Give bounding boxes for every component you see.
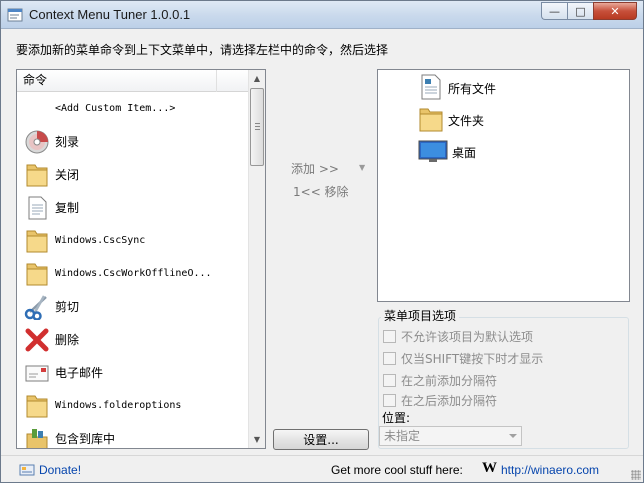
close-button[interactable]: ✕ bbox=[593, 2, 637, 20]
scissors-icon bbox=[23, 293, 51, 321]
chevron-down-icon bbox=[509, 434, 517, 438]
delete-x-icon bbox=[23, 326, 51, 354]
list-item-close[interactable]: 关闭 bbox=[17, 158, 249, 191]
window-title: Context Menu Tuner 1.0.0.1 bbox=[29, 7, 191, 22]
app-window: Context Menu Tuner 1.0.0.1 — □ ✕ 要添加新的菜单… bbox=[0, 0, 644, 483]
scroll-grip bbox=[255, 123, 260, 130]
scroll-thumb[interactable] bbox=[250, 88, 264, 166]
item-label: 刻录 bbox=[55, 135, 80, 149]
item-label: 关闭 bbox=[55, 168, 80, 182]
donate-link[interactable]: Donate! bbox=[19, 463, 81, 477]
folder-icon bbox=[23, 392, 51, 420]
item-label: Windows.CscWorkOfflineO... bbox=[55, 268, 212, 279]
command-list-scrollbar[interactable]: ▲ ▼ bbox=[248, 70, 265, 448]
scroll-up-arrow[interactable]: ▲ bbox=[249, 70, 265, 87]
list-item-include-library[interactable]: 包含到库中 bbox=[17, 422, 249, 448]
settings-button[interactable]: 设置... bbox=[273, 429, 369, 450]
item-label: Windows.folderoptions bbox=[55, 400, 182, 411]
header-divider bbox=[216, 70, 217, 92]
checkbox-separator-before[interactable]: 在之前添加分隔符 bbox=[383, 372, 497, 389]
command-list[interactable]: 命令 <Add Custom Item...> 刻录 关闭 复制 Windows… bbox=[16, 69, 266, 449]
document-icon bbox=[23, 194, 51, 222]
position-value: 未指定 bbox=[384, 429, 421, 443]
add-dropdown-arrow[interactable]: ▼ bbox=[359, 163, 365, 172]
options-group-title: 菜单项目选项 bbox=[381, 307, 460, 324]
target-item-desktop[interactable]: 桌面 bbox=[418, 136, 476, 168]
folder-icon bbox=[23, 161, 51, 189]
target-label: 桌面 bbox=[452, 145, 477, 160]
instruction-text: 要添加新的菜单命令到上下文菜单中，请选择左栏中的命令，然后选择 bbox=[16, 43, 389, 57]
winaero-link[interactable]: http://winaero.com bbox=[501, 463, 599, 477]
target-item-all-files[interactable]: 所有文件 bbox=[418, 72, 496, 104]
checkbox-shift-only[interactable]: 仅当SHIFT键按下时才显示 bbox=[383, 350, 543, 367]
maximize-button[interactable]: □ bbox=[567, 2, 593, 20]
item-label: Windows.CscSync bbox=[55, 235, 146, 246]
item-label: <Add Custom Item...> bbox=[55, 103, 176, 114]
folder-icon bbox=[418, 105, 444, 136]
command-list-header[interactable]: 命令 bbox=[17, 70, 249, 92]
item-label: 剪切 bbox=[55, 300, 80, 314]
command-column-title: 命令 bbox=[23, 73, 48, 87]
position-label: 位置: bbox=[382, 411, 411, 425]
donate-label: Donate! bbox=[39, 463, 82, 477]
checkbox-separator-after[interactable]: 在之后添加分隔符 bbox=[383, 392, 497, 409]
mail-icon bbox=[23, 359, 51, 387]
checkbox-box[interactable] bbox=[383, 394, 396, 407]
remove-button[interactable]: 1<< 移除 bbox=[293, 183, 349, 200]
checkbox-box[interactable] bbox=[383, 352, 396, 365]
checkbox-label: 仅当SHIFT键按下时才显示 bbox=[401, 352, 544, 366]
status-bar: Donate! Get more cool stuff here: W http… bbox=[1, 455, 643, 482]
checkbox-box[interactable] bbox=[383, 374, 396, 387]
winaero-logo-icon: W bbox=[482, 460, 497, 476]
list-item-workoffline[interactable]: Windows.CscWorkOfflineO... bbox=[17, 257, 249, 290]
target-label: 文件夹 bbox=[448, 113, 485, 128]
desktop-icon bbox=[418, 137, 448, 168]
list-item-burn[interactable]: 刻录 bbox=[17, 125, 249, 158]
more-stuff-text: Get more cool stuff here: bbox=[331, 463, 463, 477]
app-icon bbox=[7, 7, 23, 23]
item-label: 包含到库中 bbox=[55, 432, 116, 446]
scroll-down-arrow[interactable]: ▼ bbox=[249, 431, 265, 448]
command-items: <Add Custom Item...> 刻录 关闭 复制 Windows.Cs… bbox=[17, 92, 249, 448]
target-item-folder[interactable]: 文件夹 bbox=[418, 104, 484, 136]
folder-icon bbox=[23, 260, 51, 288]
item-label: 电子邮件 bbox=[55, 366, 104, 380]
item-label: 删除 bbox=[55, 333, 80, 347]
paypal-icon bbox=[19, 464, 35, 476]
title-bar[interactable]: Context Menu Tuner 1.0.0.1 — □ ✕ bbox=[1, 1, 643, 29]
list-item-copy[interactable]: 复制 bbox=[17, 191, 249, 224]
checkbox-box[interactable] bbox=[383, 330, 396, 343]
target-label: 所有文件 bbox=[448, 81, 497, 96]
target-list[interactable]: 所有文件 文件夹 桌面 bbox=[377, 69, 630, 302]
checkbox-label: 在之前添加分隔符 bbox=[401, 374, 498, 388]
item-label: 复制 bbox=[55, 201, 80, 215]
checkbox-no-default[interactable]: 不允许该项目为默认选项 bbox=[383, 328, 533, 345]
position-select[interactable]: 未指定 bbox=[379, 426, 522, 446]
disc-icon bbox=[23, 128, 51, 156]
minimize-button[interactable]: — bbox=[541, 2, 567, 20]
checkbox-label: 在之后添加分隔符 bbox=[401, 394, 498, 408]
list-item-cut[interactable]: 剪切 bbox=[17, 290, 249, 323]
library-icon bbox=[23, 425, 51, 448]
list-item-add-custom[interactable]: <Add Custom Item...> bbox=[17, 92, 249, 125]
folder-icon bbox=[23, 227, 51, 255]
list-item-folderoptions[interactable]: Windows.folderoptions bbox=[17, 389, 249, 422]
add-button[interactable]: 添加 >> bbox=[291, 160, 339, 177]
list-item-cscsync[interactable]: Windows.CscSync bbox=[17, 224, 249, 257]
list-item-email[interactable]: 电子邮件 bbox=[17, 356, 249, 389]
list-item-delete[interactable]: 删除 bbox=[17, 323, 249, 356]
resize-grip[interactable] bbox=[631, 470, 641, 480]
checkbox-label: 不允许该项目为默认选项 bbox=[401, 330, 534, 344]
file-icon bbox=[418, 73, 444, 104]
caption-buttons: — □ ✕ bbox=[541, 2, 637, 20]
